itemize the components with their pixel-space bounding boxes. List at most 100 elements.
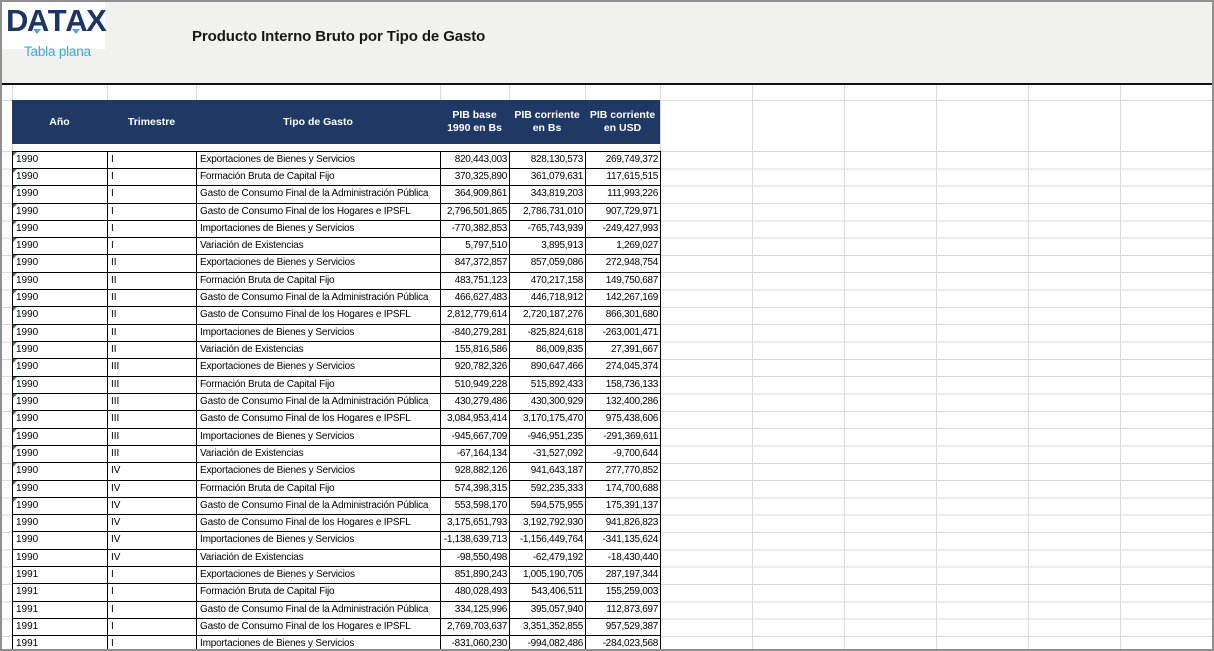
pib-base-cell[interactable]: 920,782,326 (441, 359, 510, 377)
tipo-cell[interactable]: Exportaciones de Bienes y Servicios (197, 359, 441, 377)
pib-base-cell[interactable]: 155,816,586 (441, 342, 510, 360)
pib-usd-cell[interactable]: -249,427,993 (586, 220, 661, 239)
tipo-cell[interactable]: Exportaciones de Bienes y Servicios (197, 567, 441, 585)
quarter-cell[interactable]: II (108, 255, 197, 273)
pib-bs-cell[interactable]: 828,130,573 (510, 151, 586, 169)
pib-bs-cell[interactable]: -946,951,235 (510, 428, 586, 446)
year-cell[interactable]: 1990 (13, 307, 108, 325)
quarter-cell[interactable]: I (108, 636, 197, 649)
tipo-cell[interactable]: Variación de Existencias (197, 342, 441, 360)
tipo-cell[interactable]: Gasto de Consumo Final de la Administrac… (197, 186, 441, 204)
pib-base-cell[interactable]: -67,164,134 (441, 445, 510, 464)
year-cell[interactable]: 1990 (13, 411, 108, 429)
tipo-cell[interactable]: Importaciones de Bienes y Servicios (197, 220, 441, 239)
year-cell[interactable]: 1990 (13, 515, 108, 533)
pib-bs-cell[interactable]: 592,235,333 (510, 480, 586, 498)
year-cell[interactable]: 1990 (13, 463, 108, 481)
column-header-trimestre[interactable]: Trimestre (107, 100, 196, 144)
pib-usd-cell[interactable]: 27,391,667 (586, 342, 661, 360)
year-cell[interactable]: 1990 (13, 532, 108, 550)
pib-bs-cell[interactable]: 430,300,929 (510, 393, 586, 412)
pib-usd-cell[interactable]: 111,993,226 (586, 186, 661, 204)
year-cell[interactable]: 1990 (13, 497, 108, 516)
pib-base-cell[interactable]: -831,060,230 (441, 636, 510, 649)
pib-usd-cell[interactable]: 269,749,372 (586, 151, 661, 169)
quarter-cell[interactable]: I (108, 203, 197, 221)
quarter-cell[interactable]: II (108, 307, 197, 325)
year-cell[interactable]: 1990 (13, 324, 108, 343)
column-header-pib-corriente-usd[interactable]: PIB corriente en USD (585, 100, 660, 144)
pib-bs-cell[interactable]: 3,192,792,930 (510, 515, 586, 533)
quarter-cell[interactable]: IV (108, 463, 197, 481)
pib-bs-cell[interactable]: 3,895,913 (510, 238, 586, 256)
pib-bs-cell[interactable]: 941,643,187 (510, 463, 586, 481)
pib-usd-cell[interactable]: 142,267,169 (586, 290, 661, 308)
pib-base-cell[interactable]: 2,769,703,637 (441, 619, 510, 637)
pib-base-cell[interactable]: -98,550,498 (441, 549, 510, 568)
year-cell[interactable]: 1991 (13, 636, 108, 649)
pib-usd-cell[interactable]: 272,948,754 (586, 255, 661, 273)
tipo-cell[interactable]: Gasto de Consumo Final de la Administrac… (197, 290, 441, 308)
quarter-cell[interactable]: I (108, 584, 197, 602)
tipo-cell[interactable]: Gasto de Consumo Final de la Administrac… (197, 393, 441, 412)
pib-bs-cell[interactable]: 890,647,466 (510, 359, 586, 377)
column-header-pib-corriente-bs[interactable]: PIB corriente en Bs (509, 100, 585, 144)
quarter-cell[interactable]: I (108, 220, 197, 239)
pib-bs-cell[interactable]: 515,892,433 (510, 376, 586, 394)
year-cell[interactable]: 1990 (13, 393, 108, 412)
quarter-cell[interactable]: II (108, 272, 197, 291)
year-cell[interactable]: 1990 (13, 203, 108, 221)
pib-bs-cell[interactable]: -765,743,939 (510, 220, 586, 239)
pib-base-cell[interactable]: 2,812,779,614 (441, 307, 510, 325)
quarter-cell[interactable]: III (108, 428, 197, 446)
pib-base-cell[interactable]: 466,627,483 (441, 290, 510, 308)
year-cell[interactable]: 1990 (13, 255, 108, 273)
pib-usd-cell[interactable]: 112,873,697 (586, 601, 661, 620)
pib-usd-cell[interactable]: 287,197,344 (586, 567, 661, 585)
pib-base-cell[interactable]: 851,890,243 (441, 567, 510, 585)
year-cell[interactable]: 1990 (13, 342, 108, 360)
tipo-cell[interactable]: Formación Bruta de Capital Fijo (197, 272, 441, 291)
pib-bs-cell[interactable]: 446,718,912 (510, 290, 586, 308)
pib-usd-cell[interactable]: 174,700,688 (586, 480, 661, 498)
quarter-cell[interactable]: IV (108, 497, 197, 516)
pib-base-cell[interactable]: 574,398,315 (441, 480, 510, 498)
pib-usd-cell[interactable]: 277,770,852 (586, 463, 661, 481)
tipo-cell[interactable]: Gasto de Consumo Final de los Hogares e … (197, 307, 441, 325)
year-cell[interactable]: 1990 (13, 445, 108, 464)
tipo-cell[interactable]: Importaciones de Bienes y Servicios (197, 636, 441, 649)
tipo-cell[interactable]: Exportaciones de Bienes y Servicios (197, 463, 441, 481)
pib-bs-cell[interactable]: 86,009,835 (510, 342, 586, 360)
pib-base-cell[interactable]: 2,796,501,865 (441, 203, 510, 221)
year-cell[interactable]: 1990 (13, 376, 108, 394)
pib-usd-cell[interactable]: 941,826,823 (586, 515, 661, 533)
pib-bs-cell[interactable]: 2,720,187,276 (510, 307, 586, 325)
column-header-tipo-de-gasto[interactable]: Tipo de Gasto (196, 100, 440, 144)
pib-base-cell[interactable]: 430,279,486 (441, 393, 510, 412)
tipo-cell[interactable]: Gasto de Consumo Final de los Hogares e … (197, 203, 441, 221)
tipo-cell[interactable]: Exportaciones de Bienes y Servicios (197, 255, 441, 273)
pib-base-cell[interactable]: 3,084,953,414 (441, 411, 510, 429)
pib-base-cell[interactable]: -840,279,281 (441, 324, 510, 343)
tipo-cell[interactable]: Importaciones de Bienes y Servicios (197, 532, 441, 550)
quarter-cell[interactable]: III (108, 445, 197, 464)
pib-usd-cell[interactable]: 132,400,286 (586, 393, 661, 412)
pib-usd-cell[interactable]: 274,045,374 (586, 359, 661, 377)
quarter-cell[interactable]: IV (108, 549, 197, 568)
pib-base-cell[interactable]: 553,598,170 (441, 497, 510, 516)
pib-usd-cell[interactable]: -18,430,440 (586, 549, 661, 568)
tipo-cell[interactable]: Gasto de Consumo Final de los Hogares e … (197, 515, 441, 533)
pib-base-cell[interactable]: 480,028,493 (441, 584, 510, 602)
pib-usd-cell[interactable]: 975,438,606 (586, 411, 661, 429)
year-cell[interactable]: 1990 (13, 238, 108, 256)
quarter-cell[interactable]: I (108, 619, 197, 637)
pib-bs-cell[interactable]: 1,005,190,705 (510, 567, 586, 585)
pib-usd-cell[interactable]: 149,750,687 (586, 272, 661, 291)
pib-bs-cell[interactable]: 343,819,203 (510, 186, 586, 204)
pib-base-cell[interactable]: -1,138,639,713 (441, 532, 510, 550)
year-cell[interactable]: 1991 (13, 584, 108, 602)
pib-usd-cell[interactable]: 175,391,137 (586, 497, 661, 516)
pib-usd-cell[interactable]: -291,369,611 (586, 428, 661, 446)
tipo-cell[interactable]: Importaciones de Bienes y Servicios (197, 324, 441, 343)
pib-bs-cell[interactable]: 543,406,511 (510, 584, 586, 602)
